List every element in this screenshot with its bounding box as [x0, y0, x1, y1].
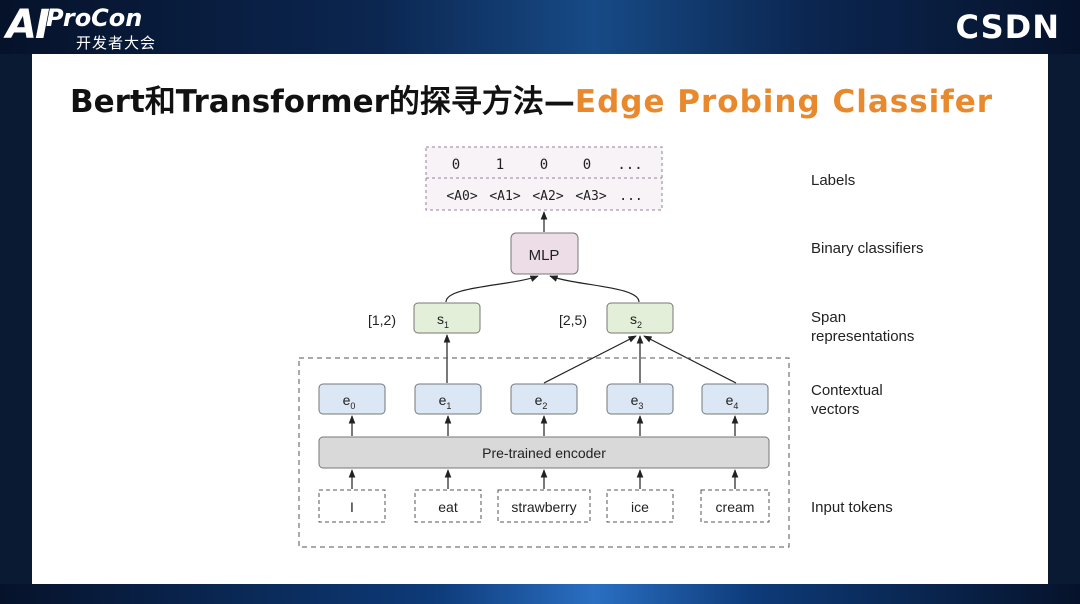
label-value: 0 — [583, 157, 591, 173]
csdn-logo: CSDN — [955, 8, 1060, 46]
label-tag: <A0> — [446, 189, 477, 204]
token-label: eat — [438, 499, 458, 515]
label-ellipsis: ... — [619, 189, 642, 204]
label-value: 1 — [496, 157, 504, 173]
vector-symbol: e — [343, 392, 351, 408]
vector-subscript: 0 — [350, 401, 355, 411]
label-tag: <A3> — [575, 189, 606, 204]
span-range-2: [2,5) — [559, 312, 587, 328]
arrow-s2-to-mlp — [549, 275, 640, 303]
vector-subscript: 1 — [446, 401, 451, 411]
label-value: 0 — [540, 157, 548, 173]
vector-subscript: 2 — [542, 401, 547, 411]
vector-subscript: 4 — [733, 401, 738, 411]
input-tokens: I eat strawberry ice cream — [318, 489, 770, 523]
span-subscript: 2 — [637, 320, 642, 330]
side-label-span-2: representations — [811, 328, 914, 345]
arrow-e2-to-s2 — [543, 335, 637, 384]
vector-symbol: e — [726, 392, 734, 408]
span-symbol: s — [437, 311, 444, 327]
labels-box: 0 1 0 0 ... <A0> <A1> <A2> <A3> ... — [425, 146, 663, 211]
label-value: 0 — [452, 157, 460, 173]
label-tag: <A1> — [489, 189, 520, 204]
aiprocon-logo: AI ProCon 开发者大会 — [6, 2, 206, 52]
span-subscript: 1 — [444, 320, 449, 330]
side-label-span-1: Span — [811, 309, 846, 326]
span-symbol: s — [630, 311, 637, 327]
arrow-s1-to-mlp — [445, 275, 539, 303]
zhihu-watermark: 知乎 @AI科技大本营 — [762, 549, 993, 577]
side-label-ctx-1: Contextual — [811, 382, 883, 399]
logo-ai-text: AI — [6, 2, 50, 48]
vector-symbol: e — [439, 392, 447, 408]
side-label-labels: Labels — [811, 172, 855, 189]
logo-procon-text: ProCon — [46, 4, 143, 32]
contextual-vectors: e0 e1 e2 e3 e4 — [318, 383, 769, 415]
arrow-e4-to-s2 — [643, 335, 737, 384]
footer-band — [0, 584, 1080, 604]
encoder-label: Pre-trained encoder — [482, 445, 606, 461]
side-label-ctx-2: vectors — [811, 401, 859, 418]
slide-canvas: Bert和Transformer的探寻方法—Edge Probing Class… — [32, 54, 1048, 584]
token-label: I — [350, 499, 354, 515]
span-range-1: [1,2) — [368, 312, 396, 328]
vector-subscript: 3 — [638, 401, 643, 411]
side-label-input: Input tokens — [811, 499, 893, 516]
token-label: strawberry — [511, 499, 576, 515]
vector-symbol: e — [631, 392, 639, 408]
probing-diagram: 0 1 0 0 ... <A0> <A1> <A2> <A3> ... MLP … — [298, 146, 924, 548]
mlp-label: MLP — [529, 247, 560, 264]
vector-symbol: e — [535, 392, 543, 408]
label-ellipsis: ... — [617, 157, 642, 173]
side-labels: Labels Binary classifiers Span represent… — [811, 172, 924, 516]
label-tag: <A2> — [532, 189, 563, 204]
logo-subtitle: 开发者大会 — [76, 35, 157, 52]
token-label: cream — [716, 499, 755, 515]
side-label-binary: Binary classifiers — [811, 240, 924, 257]
token-label: ice — [631, 499, 649, 515]
